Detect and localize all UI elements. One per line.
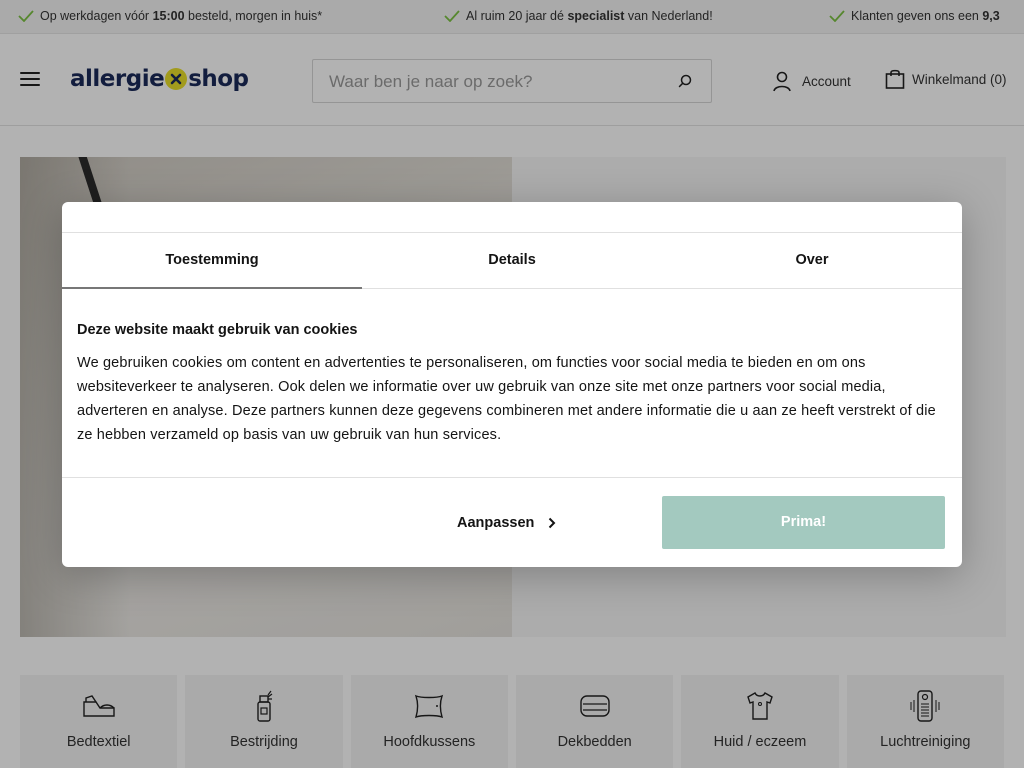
tab-over[interactable]: Over	[662, 233, 962, 288]
dialog-text: We gebruiken cookies om content en adver…	[77, 355, 936, 443]
dialog-footer: Aanpassen Prima!	[62, 477, 962, 567]
accept-cookies-button[interactable]: Prima!	[662, 496, 945, 549]
dialog-title: Deze website maakt gebruik van cookies	[77, 322, 358, 338]
dialog-tabs: Toestemming Details Over	[62, 232, 962, 289]
customize-button[interactable]: Aanpassen	[457, 515, 556, 531]
tab-details[interactable]: Details	[362, 233, 662, 288]
dialog-body: Deze website maakt gebruik van cookies W…	[77, 322, 947, 447]
cookie-consent-dialog: Toestemming Details Over Deze website ma…	[62, 202, 962, 567]
tab-toestemming[interactable]: Toestemming	[62, 233, 362, 289]
customize-label: Aanpassen	[457, 515, 535, 531]
chevron-right-icon	[549, 517, 556, 529]
